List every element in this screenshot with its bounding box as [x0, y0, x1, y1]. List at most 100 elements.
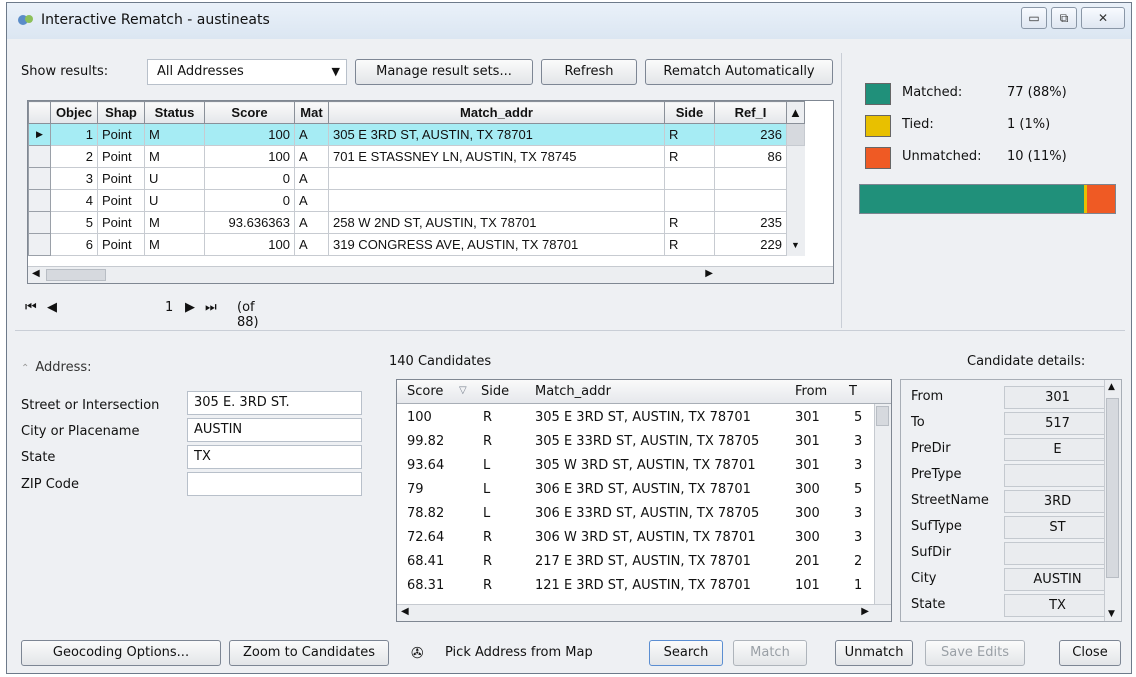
- col-shape[interactable]: Shap: [97, 101, 145, 124]
- scroll-up-arrow[interactable]: ▲: [1108, 382, 1115, 392]
- candidates-vertical-scrollbar[interactable]: [874, 404, 891, 605]
- table-row[interactable]: 3 Point U 0 A: [28, 167, 805, 190]
- candidate-row[interactable]: 93.64 L 305 W 3RD ST, AUSTIN, TX 78701 301 3: [397, 454, 875, 478]
- vertical-scrollbar[interactable]: [786, 123, 805, 146]
- state-field[interactable]: TX: [187, 445, 362, 469]
- scroll-left-arrow[interactable]: ◀: [32, 268, 40, 279]
- collapse-icon[interactable]: ⌃: [21, 363, 29, 374]
- cand-side: R: [483, 530, 493, 545]
- minimize-button[interactable]: ▭: [1021, 7, 1047, 29]
- row-selector[interactable]: [28, 233, 51, 256]
- cand-to: 2: [854, 554, 863, 569]
- detail-value[interactable]: 517: [1004, 412, 1111, 435]
- search-button[interactable]: Search: [649, 640, 723, 666]
- scroll-left-arrow[interactable]: ◀: [401, 606, 409, 617]
- scroll-right-arrow[interactable]: ▶: [705, 268, 713, 279]
- close-window-button[interactable]: ✕: [1081, 7, 1125, 29]
- match-button[interactable]: Match: [733, 640, 807, 666]
- current-record-input[interactable]: 1: [165, 300, 173, 315]
- scrollbar-track[interactable]: [786, 211, 805, 234]
- candidate-row[interactable]: 68.31 R 121 E 3RD ST, AUSTIN, TX 78701 101 1: [397, 574, 875, 598]
- detail-value[interactable]: 3RD: [1004, 490, 1111, 513]
- scrollbar-thumb[interactable]: [876, 406, 889, 426]
- scroll-up-arrow[interactable]: ▲: [786, 101, 805, 124]
- zip-field[interactable]: [187, 472, 362, 496]
- save-edits-button[interactable]: Save Edits: [925, 640, 1025, 666]
- close-button[interactable]: Close: [1059, 640, 1121, 666]
- candidates-table[interactable]: Score ▽ Side Match_addr From T 100 R 305 E…: [396, 379, 892, 622]
- panel-divider[interactable]: [15, 330, 1125, 331]
- candidate-row[interactable]: 68.41 R 217 E 3RD ST, AUSTIN, TX 78701 201 2: [397, 550, 875, 574]
- row-selector[interactable]: [28, 211, 51, 234]
- first-record-icon[interactable]: ⏮: [25, 300, 37, 315]
- table-row[interactable]: 6 Point M 100 A 319 CONGRESS AVE, AUSTIN…: [28, 233, 805, 256]
- table-row[interactable]: ▶ 1 Point M 100 A 305 E 3RD ST, AUSTIN, …: [28, 123, 805, 146]
- last-record-icon[interactable]: ⏭: [205, 300, 217, 315]
- table-row[interactable]: 2 Point M 100 A 701 E STASSNEY LN, AUSTI…: [28, 145, 805, 168]
- col-cand-to[interactable]: T: [849, 384, 857, 399]
- scroll-down-arrow[interactable]: ▼: [1108, 609, 1115, 619]
- candidates-horizontal-scrollbar[interactable]: ◀ ▶: [397, 604, 891, 621]
- row-selector[interactable]: [28, 167, 51, 190]
- col-score[interactable]: Score: [204, 101, 295, 124]
- col-side[interactable]: Side: [664, 101, 715, 124]
- col-objectid[interactable]: Objec: [50, 101, 98, 124]
- scrollbar-track[interactable]: [786, 167, 805, 190]
- show-results-dropdown[interactable]: All Addresses ▼: [147, 59, 347, 85]
- col-cand-score[interactable]: Score: [407, 384, 443, 399]
- details-vertical-scrollbar[interactable]: ▲ ▼: [1104, 380, 1121, 621]
- horizontal-scrollbar[interactable]: ◀ ▶: [28, 266, 833, 283]
- cand-score: 100: [407, 410, 432, 425]
- detail-value[interactable]: 301: [1004, 386, 1111, 409]
- col-match-addr[interactable]: Match_addr: [328, 101, 665, 124]
- panel-divider[interactable]: [841, 53, 842, 328]
- cand-from: 301: [795, 434, 820, 449]
- candidate-row[interactable]: 79 L 306 E 3RD ST, AUSTIN, TX 78701 300 5: [397, 478, 875, 502]
- pick-address-map-icon[interactable]: ✇: [411, 644, 424, 662]
- cell-match-addr: 701 E STASSNEY LN, AUSTIN, TX 78745: [328, 145, 665, 168]
- scrollbar-thumb[interactable]: [46, 269, 106, 281]
- previous-record-icon[interactable]: ◀: [47, 300, 57, 315]
- detail-value[interactable]: E: [1004, 438, 1111, 461]
- scroll-down-arrow[interactable]: ▼: [786, 233, 805, 256]
- candidate-row[interactable]: 99.82 R 305 E 33RD ST, AUSTIN, TX 78705 301…: [397, 430, 875, 454]
- col-cand-side[interactable]: Side: [481, 384, 509, 399]
- zoom-to-candidates-button[interactable]: Zoom to Candidates: [229, 640, 389, 666]
- cand-addr: 305 E 3RD ST, AUSTIN, TX 78701: [535, 410, 751, 425]
- scrollbar-track[interactable]: [786, 145, 805, 168]
- col-status[interactable]: Status: [144, 101, 205, 124]
- refresh-button[interactable]: Refresh: [541, 59, 637, 85]
- scroll-right-arrow[interactable]: ▶: [861, 606, 869, 617]
- city-field[interactable]: AUSTIN: [187, 418, 362, 442]
- scrollbar-track[interactable]: [786, 189, 805, 212]
- col-match-type[interactable]: Mat: [294, 101, 329, 124]
- geocoding-options-button[interactable]: Geocoding Options...: [21, 640, 221, 666]
- cell-side: R: [664, 123, 715, 146]
- detail-key: StreetName: [911, 493, 989, 508]
- table-row[interactable]: 4 Point U 0 A: [28, 189, 805, 212]
- detail-value[interactable]: [1004, 542, 1111, 565]
- row-selector[interactable]: [28, 145, 51, 168]
- detail-value[interactable]: ST: [1004, 516, 1111, 539]
- candidate-row[interactable]: 78.82 L 306 E 33RD ST, AUSTIN, TX 78705 300…: [397, 502, 875, 526]
- restore-button[interactable]: ⧉: [1051, 7, 1077, 29]
- results-table[interactable]: Objec Shap Status Score Mat Match_addr S…: [27, 100, 834, 284]
- detail-value[interactable]: AUSTIN: [1004, 568, 1111, 591]
- col-cand-from[interactable]: From: [795, 384, 827, 399]
- table-row[interactable]: 5 Point M 93.636363 A 258 W 2ND ST, AUST…: [28, 211, 805, 234]
- detail-value[interactable]: TX: [1004, 594, 1111, 617]
- candidate-row[interactable]: 72.64 R 306 W 3RD ST, AUSTIN, TX 78701 300 3: [397, 526, 875, 550]
- candidate-row[interactable]: 100 R 305 E 3RD ST, AUSTIN, TX 78701 301 5: [397, 406, 875, 430]
- row-selector-arrow-icon[interactable]: ▶: [28, 123, 51, 146]
- col-ref-id[interactable]: Ref_I: [714, 101, 787, 124]
- next-record-icon[interactable]: ▶: [185, 300, 195, 315]
- street-field[interactable]: 305 E. 3RD ST.: [187, 391, 362, 415]
- row-selector[interactable]: [28, 189, 51, 212]
- manage-result-sets-button[interactable]: Manage result sets...: [355, 59, 533, 85]
- pick-address-from-map-link[interactable]: Pick Address from Map: [445, 645, 593, 660]
- detail-value[interactable]: [1004, 464, 1111, 487]
- col-cand-addr[interactable]: Match_addr: [535, 384, 611, 399]
- unmatch-button[interactable]: Unmatch: [835, 640, 913, 666]
- rematch-automatically-button[interactable]: Rematch Automatically: [645, 59, 833, 85]
- scrollbar-thumb[interactable]: [1106, 398, 1119, 578]
